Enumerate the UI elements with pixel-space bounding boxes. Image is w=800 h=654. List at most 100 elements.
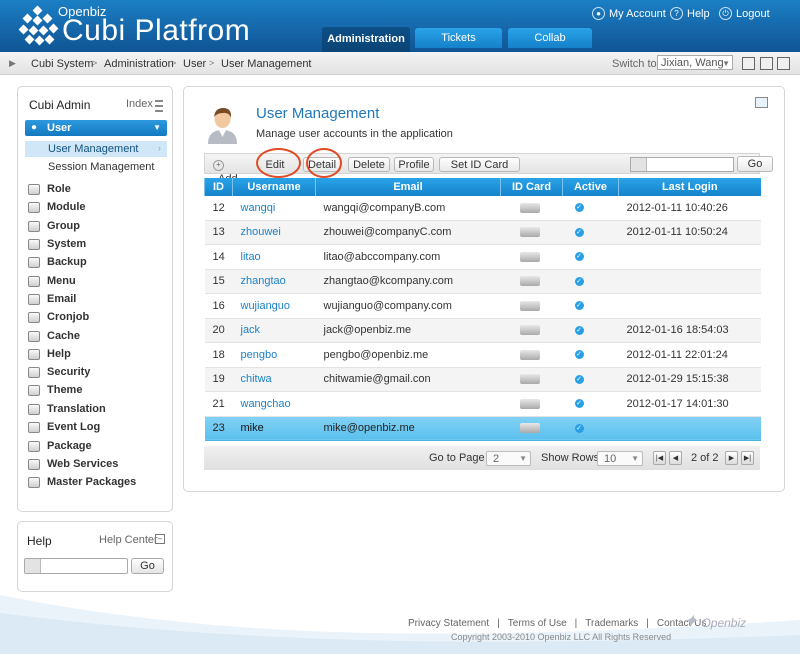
column-header-id[interactable]: ID (204, 178, 233, 196)
sidebar-item-label: Module (47, 201, 86, 213)
sidebar-item-role[interactable]: Role (28, 183, 71, 195)
cell-username[interactable]: litao (232, 244, 316, 270)
cell-username[interactable]: chitwa (232, 367, 316, 392)
terms-of-use-link[interactable]: Terms of Use (508, 618, 567, 629)
table-row[interactable]: 13 zhouwei zhouwei@companyC.com ✓ 2012-0… (204, 220, 761, 245)
switch-user-select[interactable]: Jixian, Wang ▼ (657, 55, 733, 70)
rows-per-page-select[interactable]: 10 ▼ (597, 451, 643, 466)
column-header-active[interactable]: Active (562, 178, 619, 196)
window-icon[interactable] (742, 57, 755, 70)
id-card-icon[interactable] (519, 300, 540, 311)
id-card-icon[interactable] (519, 398, 540, 409)
sidebar-item-theme[interactable]: Theme (28, 384, 82, 396)
cell-username[interactable]: mike (232, 416, 316, 441)
prev-page-icon[interactable]: ◀ (669, 451, 682, 465)
id-card-icon[interactable] (519, 325, 540, 336)
delete-button[interactable]: Delete (348, 157, 390, 172)
id-card-icon[interactable] (519, 251, 540, 262)
help-panel-title: Help (27, 534, 52, 548)
first-page-icon[interactable]: |◀ (653, 451, 666, 465)
column-header-id-card[interactable]: ID Card (500, 178, 563, 196)
id-card-icon[interactable] (519, 276, 540, 287)
id-card-icon[interactable] (519, 202, 540, 213)
cell-active: ✓ (562, 269, 619, 294)
cell-username[interactable]: wangqi (232, 196, 316, 221)
edit-view-icon[interactable] (755, 97, 768, 108)
logout-link[interactable]: ⏻ Logout (719, 7, 770, 20)
cell-username[interactable]: pengbo (232, 342, 316, 368)
trademarks-link[interactable]: Trademarks (585, 618, 638, 629)
sidebar-item-help[interactable]: Help (28, 348, 71, 360)
table-row[interactable]: 14 litao litao@abccompany.com ✓ (204, 244, 761, 270)
table-row-selected[interactable]: 23 mike mike@openbiz.me ✓ (204, 416, 761, 441)
grid-search-go-button[interactable]: Go (737, 156, 773, 172)
help-go-button[interactable]: Go (131, 558, 164, 574)
add-button[interactable]: + Add (210, 157, 249, 185)
sidebar-item-security[interactable]: Security (28, 366, 90, 378)
sidebar-item-user-management[interactable]: User Management › (25, 141, 167, 157)
grid-search-input[interactable] (630, 157, 734, 172)
table-row[interactable]: 12 wangqi wangqi@companyB.com ✓ 2012-01-… (204, 196, 761, 221)
sidebar-item-translation[interactable]: Translation (28, 403, 106, 415)
cell-username[interactable]: wangchao (232, 391, 316, 417)
print-icon[interactable] (760, 57, 773, 70)
sidebar-index-link[interactable]: Index (126, 98, 153, 110)
column-header-last-login[interactable]: Last Login (618, 178, 761, 196)
breadcrumb-cubi-system[interactable]: Cubi System (31, 58, 93, 70)
set-id-card-button[interactable]: Set ID Card (439, 157, 520, 172)
web-services-icon (28, 458, 40, 470)
id-card-icon[interactable] (519, 374, 540, 385)
profile-button[interactable]: Profile (394, 157, 434, 172)
privacy-statement-link[interactable]: Privacy Statement (408, 618, 489, 629)
sidebar-item-session-management[interactable]: Session Management (25, 159, 167, 175)
tab-tickets[interactable]: Tickets (415, 28, 502, 48)
table-row[interactable]: 20 jack jack@openbiz.me ✓ 2012-01-16 18:… (204, 318, 761, 343)
sidebar-item-web-services[interactable]: Web Services (28, 458, 118, 470)
table-row[interactable]: 18 pengbo pengbo@openbiz.me ✓ 2012-01-11… (204, 342, 761, 368)
table-row[interactable]: 15 zhangtao zhangtao@kcompany.com ✓ (204, 269, 761, 294)
id-card-icon[interactable] (519, 423, 540, 434)
id-card-icon[interactable] (519, 349, 540, 360)
table-row[interactable]: 21 wangchao ✓ 2012-01-17 14:01:30 (204, 391, 761, 417)
cell-username[interactable]: jack (232, 318, 316, 343)
sidebar-item-cronjob[interactable]: Cronjob (28, 311, 89, 323)
export-icon[interactable] (777, 57, 790, 70)
cell-username[interactable]: wujianguo (232, 293, 316, 319)
cell-username[interactable]: zhangtao (232, 269, 316, 294)
sidebar-item-package[interactable]: Package (28, 440, 92, 452)
table-row[interactable]: 16 wujianguo wujianguo@company.com ✓ (204, 293, 761, 319)
sidebar-item-backup[interactable]: Backup (28, 256, 87, 268)
breadcrumb-administration[interactable]: Administration (104, 58, 174, 70)
sidebar-item-menu[interactable]: Menu (28, 275, 76, 287)
page-select[interactable]: 2 ▼ (486, 451, 531, 466)
list-icon[interactable] (155, 100, 163, 112)
help-link[interactable]: ? Help (670, 7, 710, 20)
tab-collab[interactable]: Collab (508, 28, 592, 48)
my-account-link[interactable]: ● My Account (592, 7, 666, 20)
sidebar-item-user[interactable]: ● User ▼ (25, 120, 167, 136)
help-search-input[interactable] (24, 558, 128, 574)
help-center-link[interactable]: Help Center (99, 534, 158, 546)
table-row[interactable]: 19 chitwa chitwamie@gmail.con ✓ 2012-01-… (204, 367, 761, 392)
sidebar-item-cache[interactable]: Cache (28, 330, 80, 342)
sidebar-item-email[interactable]: Email (28, 293, 76, 305)
cell-last-login: 2012-01-16 18:54:03 (618, 318, 761, 343)
sidebar-item-group[interactable]: Group (28, 220, 80, 232)
next-page-icon[interactable]: ▶ (725, 451, 738, 465)
column-header-email[interactable]: Email (315, 178, 501, 196)
last-page-icon[interactable]: ▶| (741, 451, 754, 465)
switch-user-value: Jixian, Wang (661, 57, 724, 69)
id-card-icon[interactable] (519, 227, 540, 238)
cell-active: ✓ (562, 293, 619, 319)
sidebar-item-master-packages[interactable]: Master Packages (28, 476, 136, 488)
column-header-username[interactable]: Username (232, 178, 316, 196)
cell-username[interactable]: zhouwei (232, 220, 316, 245)
collapse-icon[interactable]: – (155, 534, 165, 544)
sidebar-item-event-log[interactable]: Event Log (28, 421, 100, 433)
cell-last-login: 2012-01-29 15:15:38 (618, 367, 761, 392)
help-icon: ? (670, 7, 683, 20)
tab-administration[interactable]: Administration (322, 27, 410, 52)
breadcrumb-user[interactable]: User (183, 58, 206, 70)
sidebar-item-system[interactable]: System (28, 238, 86, 250)
sidebar-item-module[interactable]: Module (28, 201, 86, 213)
